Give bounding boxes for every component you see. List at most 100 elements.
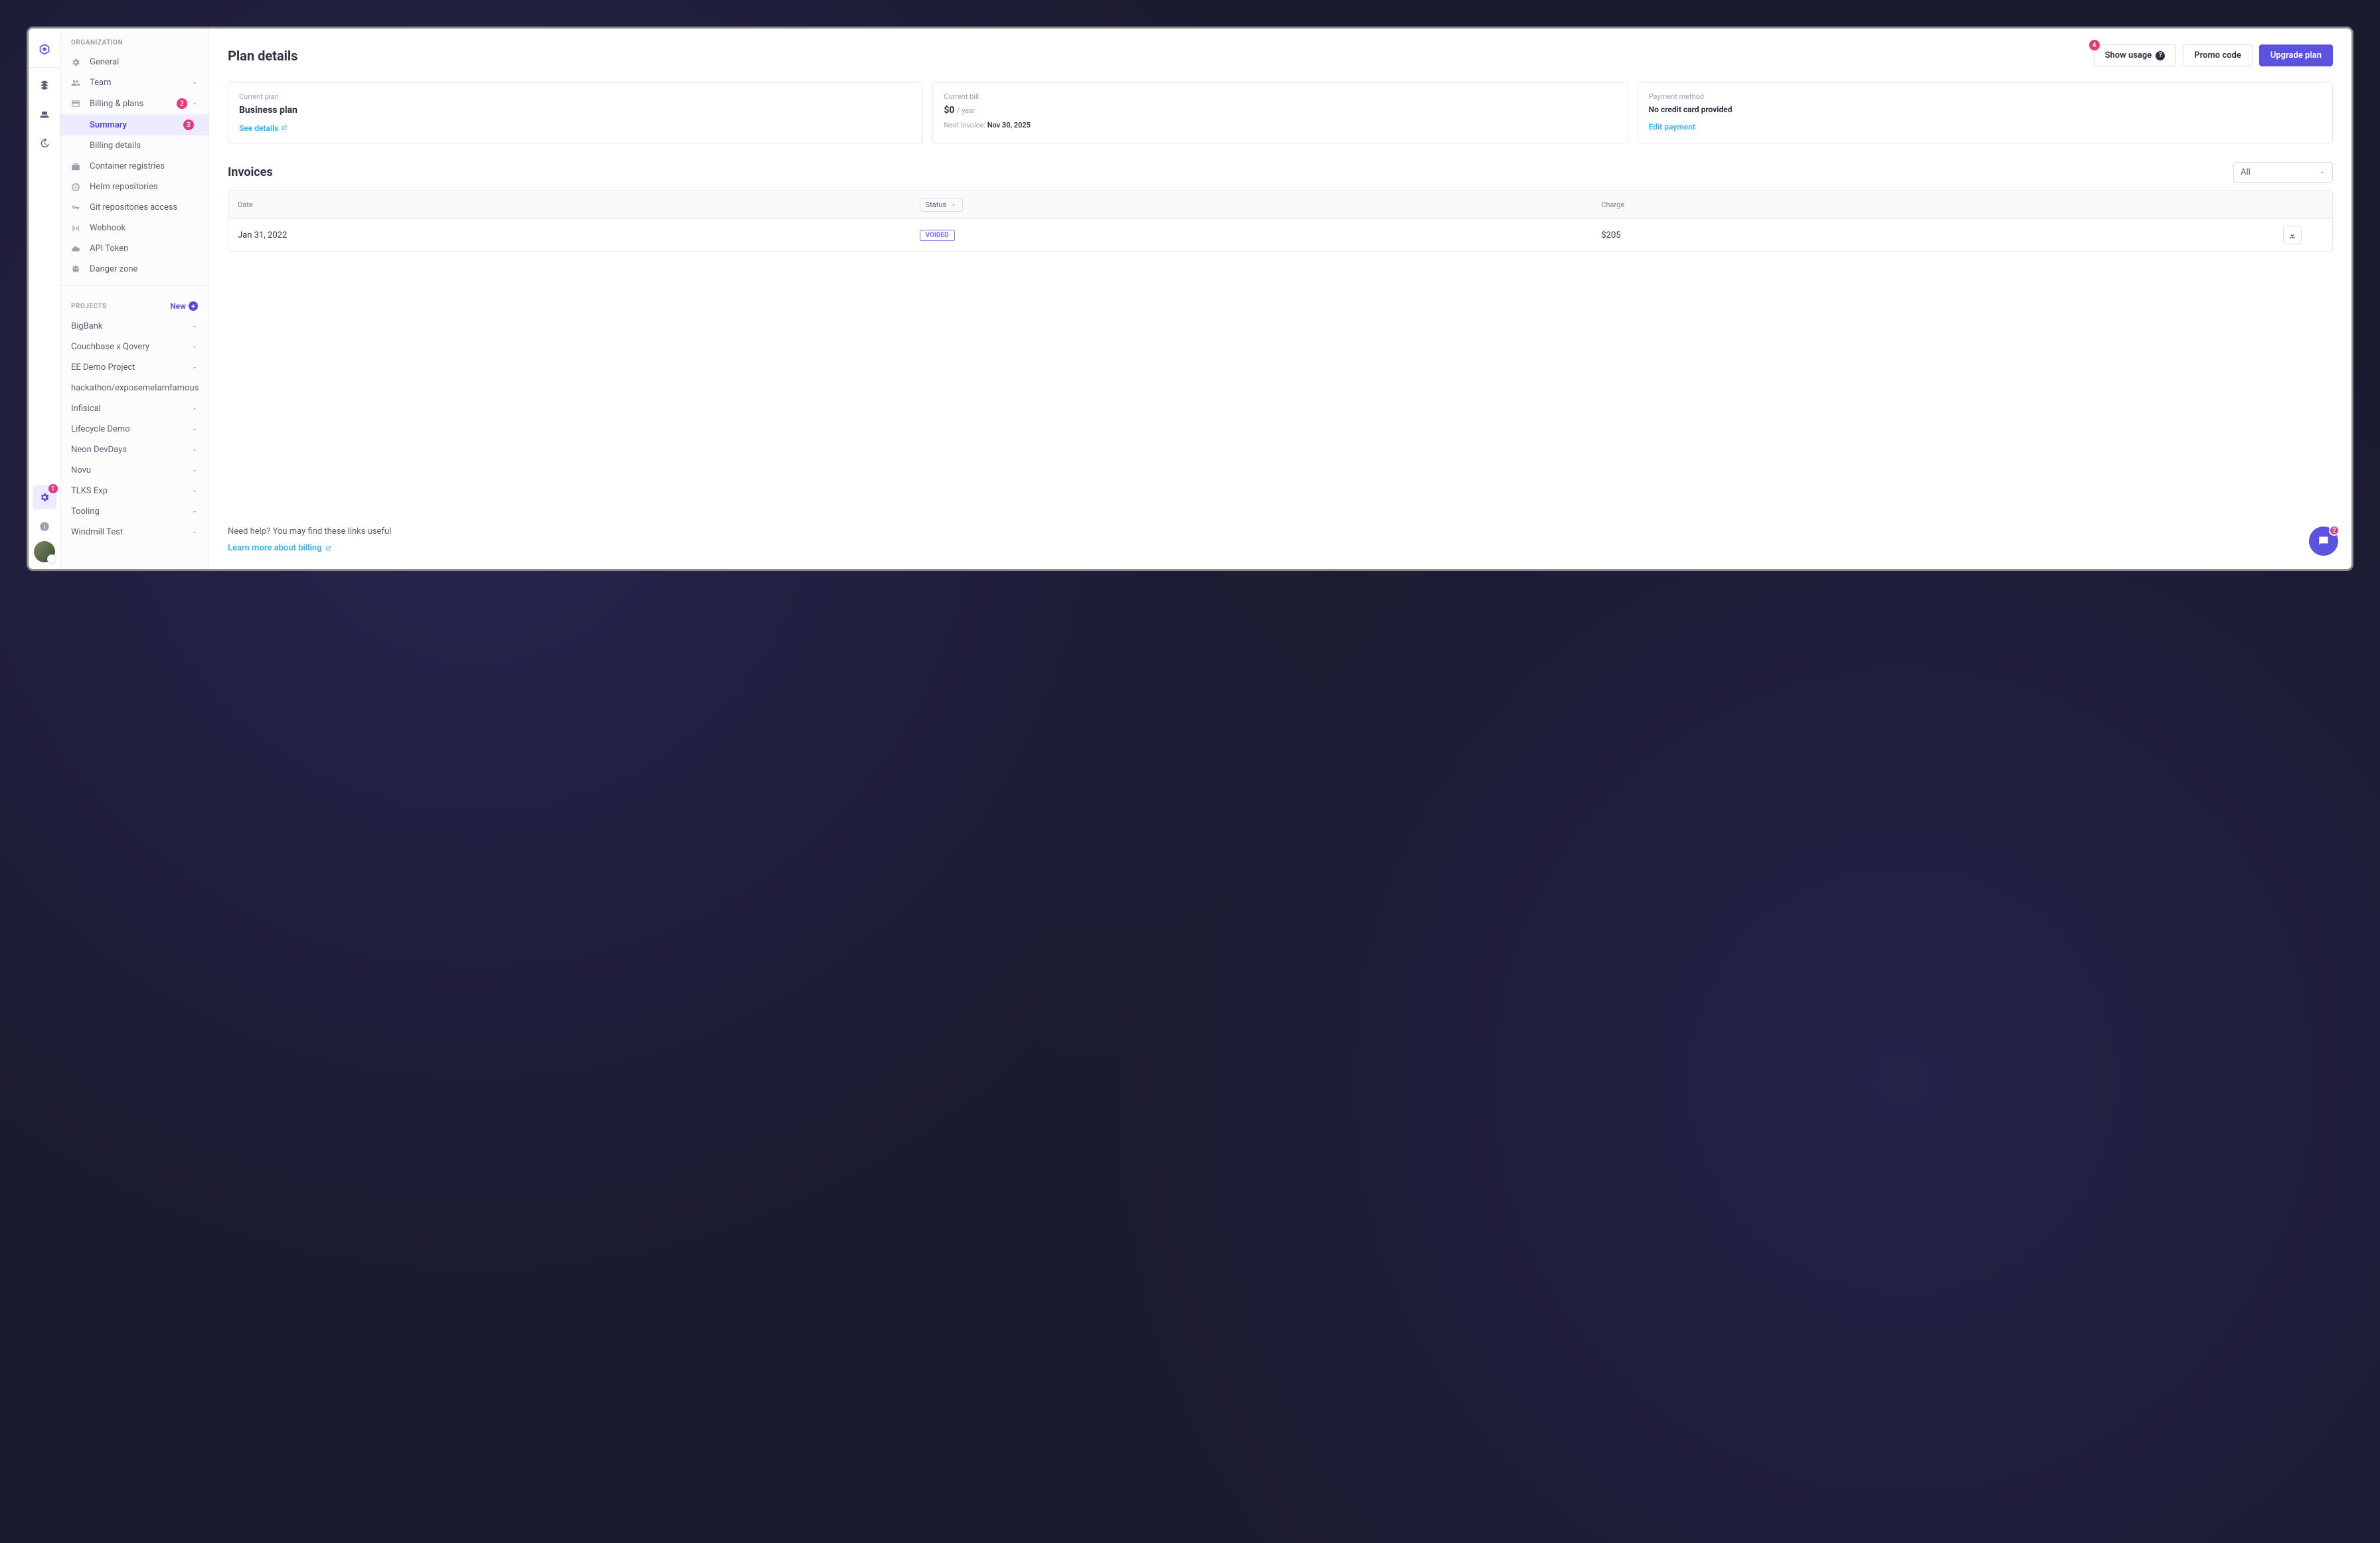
- sidebar-item-git[interactable]: Git repositories access: [60, 197, 209, 218]
- sidebar-item-billing[interactable]: Billing & plans 2: [60, 93, 209, 114]
- project-item[interactable]: hackathon/exposemeIamfamous: [60, 378, 209, 398]
- chevron-down-icon: [191, 80, 198, 86]
- sidebar-item-helm[interactable]: Helm repositories: [60, 177, 209, 197]
- current-bill-card: Current bill $0 / year Next invoice: Nov…: [932, 82, 1628, 143]
- rail-clusters-icon[interactable]: [33, 102, 56, 126]
- key-icon: [71, 203, 83, 212]
- new-project-button[interactable]: New +: [170, 301, 198, 311]
- sidebar-item-danger[interactable]: Danger zone: [60, 259, 209, 280]
- sidebar-label: Billing details: [90, 141, 198, 151]
- sidebar-label: Danger zone: [90, 264, 198, 274]
- sidebar-label: Billing & plans: [90, 99, 177, 109]
- next-invoice-label: Next invoice:: [944, 121, 985, 129]
- rail-settings-icon[interactable]: 1: [33, 485, 56, 509]
- chevron-down-icon: [950, 202, 957, 208]
- chevron-up-icon: [191, 100, 198, 107]
- project-name: Infisical: [71, 404, 101, 414]
- briefcase-icon: [71, 162, 83, 171]
- show-usage-badge: 4: [2089, 40, 2100, 50]
- sidebar-label: Team: [90, 78, 191, 88]
- chevron-down-icon: [191, 365, 198, 371]
- sidebar-label: General: [90, 57, 198, 67]
- chevron-down-icon: [191, 426, 198, 433]
- card-label: Current plan: [239, 92, 912, 101]
- rail-info-icon[interactable]: [33, 515, 56, 538]
- webhook-icon: [71, 224, 83, 233]
- status-filter[interactable]: Status: [920, 198, 963, 212]
- chevron-down-icon: [2319, 169, 2326, 176]
- user-avatar[interactable]: [34, 541, 55, 562]
- promo-code-button[interactable]: Promo code: [2183, 44, 2252, 66]
- project-name: Neon DevDays: [71, 445, 127, 455]
- col-charge: Charge: [1601, 201, 2283, 209]
- select-value: All: [2241, 167, 2251, 177]
- sidebar-label: API Token: [90, 244, 198, 254]
- download-invoice-button[interactable]: [2283, 226, 2302, 244]
- footer-help: Need help? You may find these links usef…: [228, 527, 2333, 553]
- see-details-link[interactable]: See details: [239, 123, 288, 133]
- sidebar-label: Helm repositories: [90, 182, 198, 192]
- button-label: Show usage: [2105, 50, 2152, 60]
- project-item[interactable]: Tooling: [60, 501, 209, 522]
- table-row: Jan 31, 2022 VOIDED $205: [228, 219, 2332, 251]
- chevron-down-icon: [191, 509, 198, 515]
- chevron-down-icon: [191, 529, 198, 536]
- show-usage-button[interactable]: 4 Show usage ?: [2094, 44, 2177, 66]
- card-label: Current bill: [944, 92, 1616, 101]
- rail-history-icon[interactable]: [33, 131, 56, 155]
- settings-badge: 1: [48, 484, 58, 493]
- learn-more-link[interactable]: Learn more about billing: [228, 543, 331, 553]
- chevron-down-icon: [191, 406, 198, 412]
- project-item[interactable]: Neon DevDays: [60, 440, 209, 460]
- intercom-launcher[interactable]: 2: [2309, 527, 2338, 556]
- sidebar-item-general[interactable]: General: [60, 52, 209, 72]
- sidebar: ORGANIZATION General Team Billing & plan…: [60, 29, 209, 569]
- row-date: Jan 31, 2022: [238, 230, 920, 240]
- team-icon: [71, 78, 83, 88]
- project-item[interactable]: Couchbase x Qovery: [60, 337, 209, 357]
- sidebar-label: Webhook: [90, 223, 198, 233]
- invoices-title: Invoices: [228, 165, 273, 179]
- sidebar-item-registries[interactable]: Container registries: [60, 156, 209, 177]
- project-name: hackathon/exposemeIamfamous: [71, 383, 199, 393]
- sidebar-section-organization: ORGANIZATION: [60, 29, 209, 52]
- intercom-badge: 2: [2329, 525, 2339, 536]
- project-item[interactable]: BigBank: [60, 316, 209, 337]
- app-window: 1 ORGANIZATION General Team Billing & pl…: [27, 27, 2353, 571]
- project-name: Windmill Test: [71, 527, 123, 537]
- project-name: Novu: [71, 465, 91, 475]
- project-item[interactable]: EE Demo Project: [60, 357, 209, 378]
- logo[interactable]: [33, 38, 56, 62]
- summary-badge: 3: [183, 120, 194, 130]
- page-title: Plan details: [228, 48, 298, 64]
- bill-period: / year: [957, 106, 976, 115]
- sidebar-item-api-token[interactable]: API Token: [60, 238, 209, 259]
- project-item[interactable]: Windmill Test: [60, 522, 209, 542]
- edit-payment-link[interactable]: Edit payment: [1649, 122, 1695, 131]
- sidebar-item-billing-details[interactable]: Billing details: [60, 135, 209, 156]
- project-item[interactable]: Novu: [60, 460, 209, 481]
- chevron-down-icon: [191, 488, 198, 495]
- sidebar-section-projects: PROJECTS: [71, 303, 107, 310]
- main-content: Plan details 4 Show usage ? Promo code U…: [209, 29, 2351, 569]
- help-text: Need help? You may find these links usef…: [228, 527, 2333, 536]
- project-item[interactable]: TLKS Exp: [60, 481, 209, 501]
- card-icon: [71, 99, 83, 108]
- new-label: New: [170, 301, 186, 311]
- sidebar-item-summary[interactable]: Summary 3: [60, 114, 209, 135]
- project-name: Tooling: [71, 507, 100, 517]
- sidebar-item-webhook[interactable]: Webhook: [60, 218, 209, 238]
- icon-rail: 1: [29, 29, 60, 569]
- project-item[interactable]: Infisical: [60, 398, 209, 419]
- rail-environments-icon[interactable]: [33, 73, 56, 97]
- payment-method-card: Payment method No credit card provided E…: [1638, 82, 2333, 143]
- helm-icon: [71, 183, 83, 192]
- sidebar-item-team[interactable]: Team: [60, 72, 209, 93]
- upgrade-plan-button[interactable]: Upgrade plan: [2259, 44, 2333, 66]
- project-item[interactable]: Lifecycle Demo: [60, 419, 209, 440]
- external-link-icon: [281, 125, 288, 131]
- invoice-filter-select[interactable]: All: [2233, 162, 2333, 183]
- project-name: EE Demo Project: [71, 363, 135, 372]
- download-icon: [2288, 230, 2297, 240]
- bill-amount: $0: [944, 105, 954, 116]
